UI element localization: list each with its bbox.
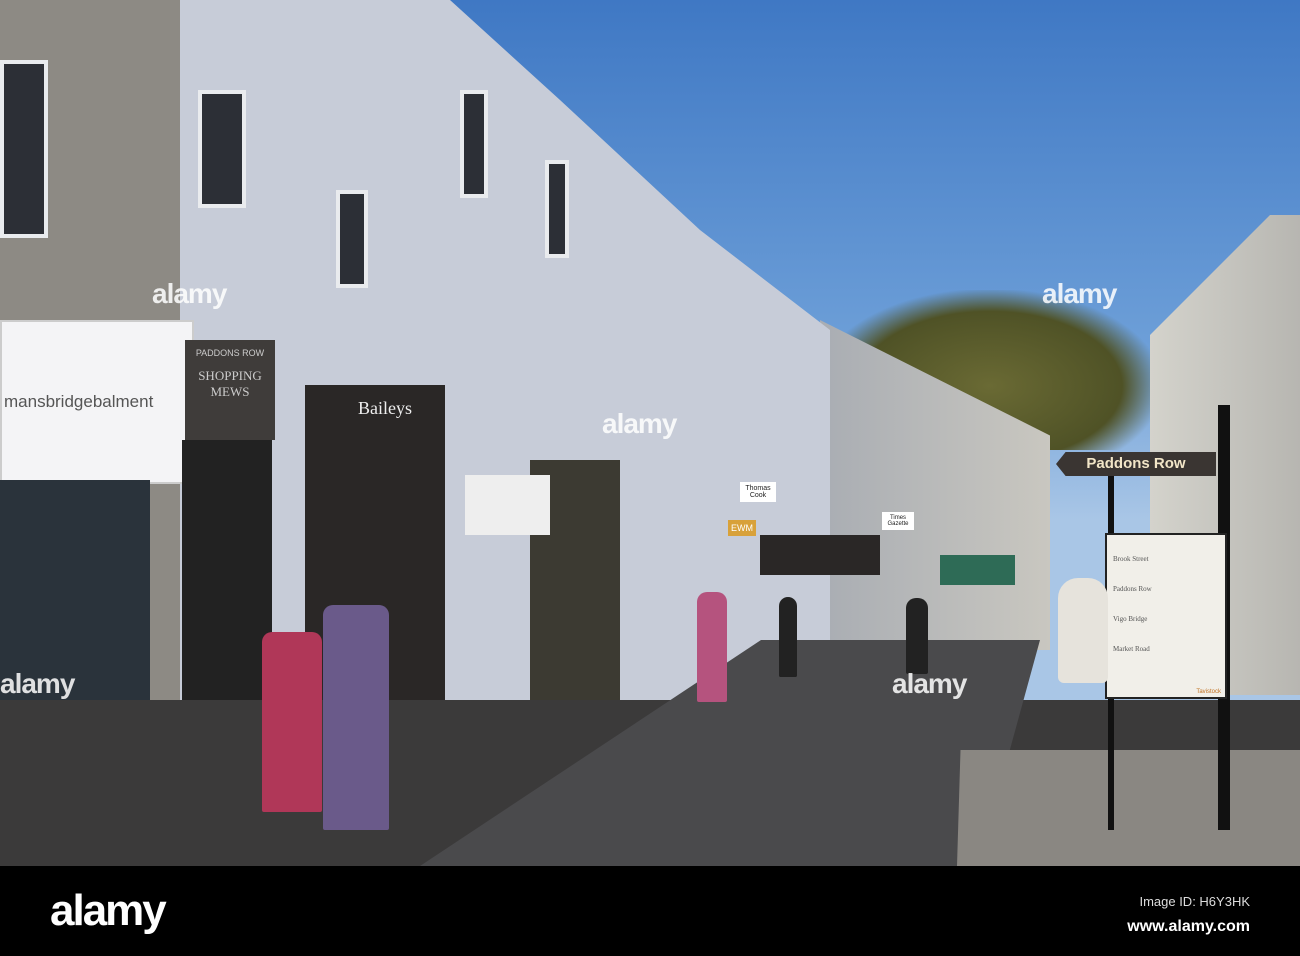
street-name-sign: Paddons Row	[1056, 452, 1216, 476]
watermark: alamy	[892, 668, 967, 699]
shop-sign: Baileys	[358, 398, 412, 418]
directory-section: Market Road	[1113, 645, 1150, 653]
shop-sign: Times Gazette	[882, 512, 914, 530]
sunlit-pavement	[957, 750, 1300, 866]
directory-section: Paddons Row	[1113, 585, 1152, 593]
person	[779, 597, 797, 677]
shop-sign: EWM	[728, 520, 756, 536]
person	[262, 632, 322, 812]
window	[460, 90, 488, 198]
directory-footer: Tavistock	[1196, 689, 1221, 695]
footer-bar	[0, 866, 1300, 956]
window	[336, 190, 368, 288]
person	[906, 598, 928, 674]
arch-title: SHOPPING MEWS	[198, 368, 262, 399]
image-id: Image ID: H6Y3HK	[1139, 894, 1250, 909]
arch-sign: PADDONS ROW SHOPPING MEWS	[185, 340, 275, 440]
estate-agent-sign: mansbridgebalment	[0, 320, 194, 484]
watermark: alamy	[152, 278, 227, 309]
agent-name: mansbridgebalment	[4, 392, 154, 411]
watermark: alamy	[602, 408, 677, 439]
mannequin	[1058, 578, 1108, 683]
window	[0, 60, 48, 238]
person	[697, 592, 727, 702]
alamy-logo: alamy	[50, 886, 167, 935]
window	[198, 90, 246, 208]
arch-subtitle: PADDONS ROW	[195, 348, 265, 358]
person	[323, 605, 389, 830]
window	[545, 160, 569, 258]
watermark: alamy	[1042, 278, 1117, 309]
awning	[760, 535, 880, 575]
watermark: alamy	[0, 668, 75, 699]
street-photo: Baileys mansbridgebalment PADDONS ROW SH…	[0, 0, 1300, 866]
green-awning	[940, 555, 1015, 585]
awning	[465, 475, 550, 535]
shop-sign: Thomas Cook	[740, 482, 776, 502]
directory-section: Brook Street	[1113, 555, 1149, 563]
shop-directory-board: Brook Street Paddons Row Vigo Bridge Mar…	[1105, 533, 1227, 699]
site-url: www.alamy.com	[1127, 918, 1250, 935]
directory-section: Vigo Bridge	[1113, 615, 1148, 623]
